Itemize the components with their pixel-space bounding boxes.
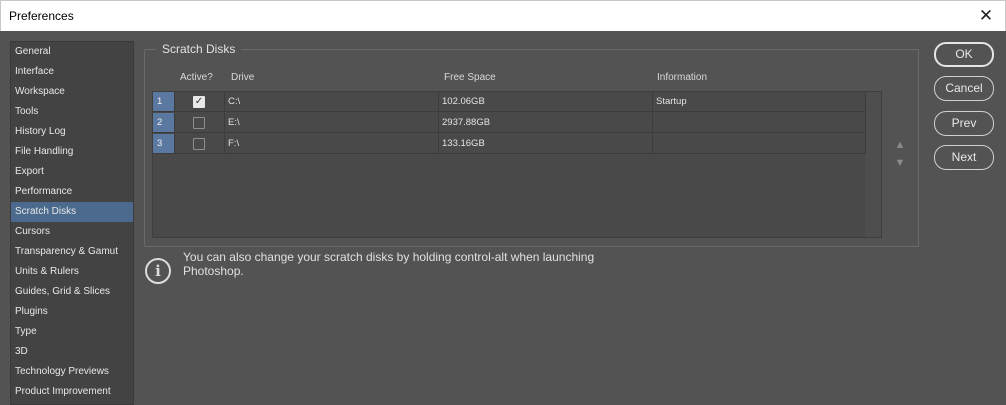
free-space-cell: 102.06GB — [439, 92, 653, 112]
sidebar-item-3d[interactable]: 3D — [11, 342, 133, 362]
row-number: 3 — [153, 134, 175, 154]
active-checkbox[interactable] — [193, 117, 205, 129]
sidebar-item-tools[interactable]: Tools — [11, 102, 133, 122]
info-icon: i — [145, 258, 171, 284]
column-header-free-space: Free Space — [444, 72, 496, 83]
active-cell — [175, 134, 225, 154]
table-row[interactable]: 3 F:\ 133.16GB — [153, 134, 866, 155]
window-title: Preferences — [9, 9, 74, 23]
sidebar-item-file-handling[interactable]: File Handling — [11, 142, 133, 162]
sidebar-item-interface[interactable]: Interface — [11, 62, 133, 82]
sidebar-item-general[interactable]: General — [11, 42, 133, 62]
sidebar-item-performance[interactable]: Performance — [11, 182, 133, 202]
sidebar-item-technology-previews[interactable]: Technology Previews — [11, 362, 133, 382]
information-cell — [653, 134, 866, 154]
sidebar-item-history-log[interactable]: History Log — [11, 122, 133, 142]
drive-cell: E:\ — [225, 113, 439, 133]
sidebar-item-units-and-rulers[interactable]: Units & Rulers — [11, 262, 133, 282]
sidebar-item-guides-grid-and-slices[interactable]: Guides, Grid & Slices — [11, 282, 133, 302]
sidebar-item-transparency-and-gamut[interactable]: Transparency & Gamut — [11, 242, 133, 262]
cancel-button[interactable]: Cancel — [934, 76, 994, 101]
move-down-icon[interactable]: ▼ — [894, 157, 906, 169]
group-title: Scratch Disks — [156, 42, 242, 56]
sidebar-item-scratch-disks[interactable]: Scratch Disks — [11, 202, 133, 222]
sidebar-item-workspace[interactable]: Workspace — [11, 82, 133, 102]
free-space-cell: 2937.88GB — [439, 113, 653, 133]
free-space-cell: 133.16GB — [439, 134, 653, 154]
table-row[interactable]: 2 E:\ 2937.88GB — [153, 113, 866, 134]
next-button[interactable]: Next — [934, 145, 994, 170]
row-number: 1 — [153, 92, 175, 112]
info-text: You can also change your scratch disks b… — [183, 250, 595, 278]
active-checkbox[interactable]: ✓ — [193, 96, 205, 108]
drive-cell: F:\ — [225, 134, 439, 154]
title-bar: Preferences ✕ — [0, 0, 1006, 31]
table-scrollbar[interactable] — [865, 92, 881, 237]
table-row[interactable]: 1 ✓ C:\ 102.06GB Startup — [153, 92, 866, 113]
close-icon[interactable]: ✕ — [977, 7, 995, 25]
row-number: 2 — [153, 113, 175, 133]
active-checkbox[interactable] — [193, 138, 205, 150]
information-cell: Startup — [653, 92, 866, 112]
ok-button[interactable]: OK — [934, 42, 994, 67]
column-header-active: Active? — [180, 72, 213, 83]
information-cell — [653, 113, 866, 133]
sidebar-item-cursors[interactable]: Cursors — [11, 222, 133, 242]
column-header-information: Information — [657, 72, 708, 83]
active-cell — [175, 113, 225, 133]
active-cell: ✓ — [175, 92, 225, 112]
drive-cell: C:\ — [225, 92, 439, 112]
sidebar-item-product-improvement[interactable]: Product Improvement — [11, 382, 133, 402]
scratch-disks-table: 1 ✓ C:\ 102.06GB Startup 2 E:\ 2937.88GB 3 F:\ 133… — [152, 91, 882, 238]
sidebar-item-export[interactable]: Export — [11, 162, 133, 182]
prev-button[interactable]: Prev — [934, 111, 994, 136]
sidebar-item-plugins[interactable]: Plugins — [11, 302, 133, 322]
move-up-icon[interactable]: ▲ — [894, 139, 906, 151]
sidebar-item-type[interactable]: Type — [11, 322, 133, 342]
column-header-drive: Drive — [231, 72, 255, 83]
preferences-sidebar: General Interface Workspace Tools History Lo… — [10, 41, 134, 405]
